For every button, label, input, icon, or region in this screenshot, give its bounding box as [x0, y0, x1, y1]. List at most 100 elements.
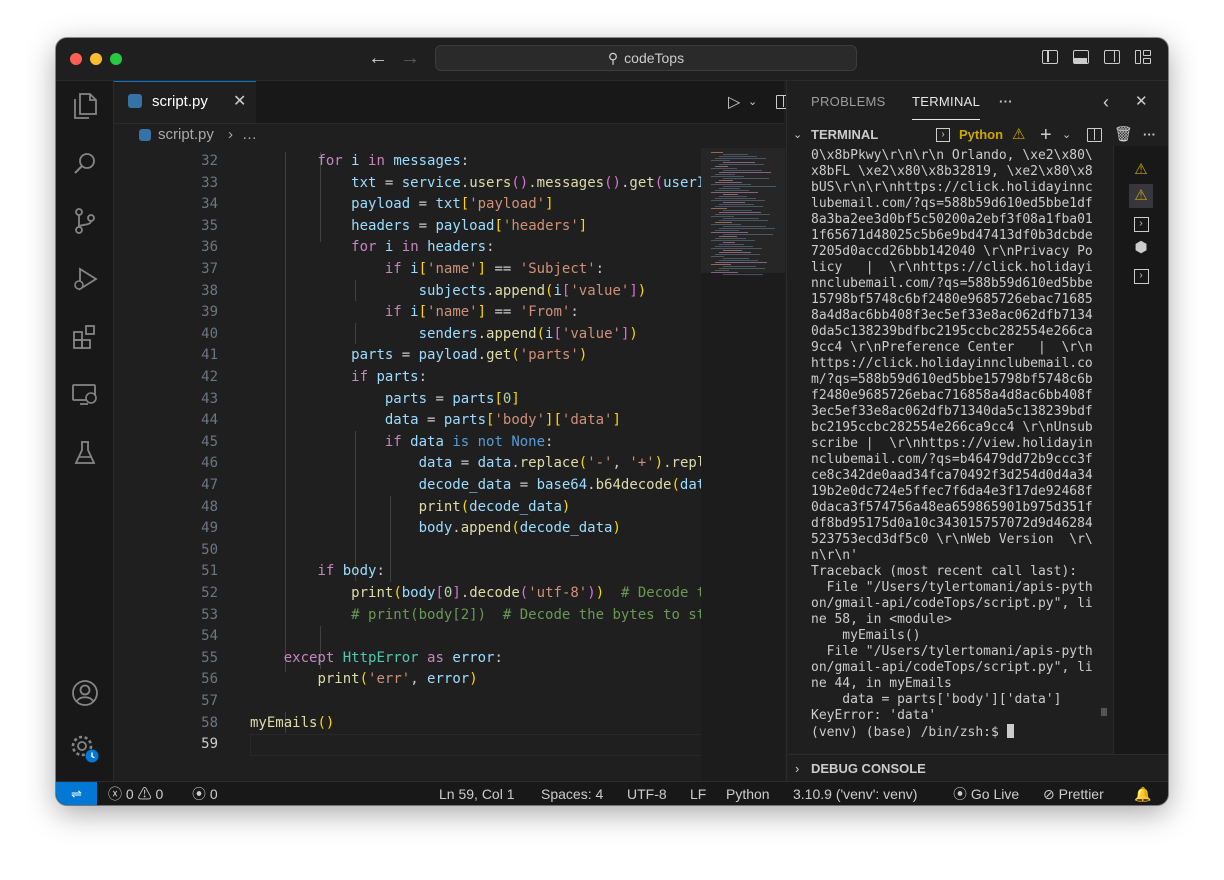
accounts-icon[interactable]: [56, 673, 113, 713]
code-text: if parts:: [351, 369, 428, 385]
code-line[interactable]: 49 body.append(decode_data): [114, 518, 758, 540]
search-sidebar-icon[interactable]: [56, 144, 113, 184]
terminal-shell-name[interactable]: Python: [959, 124, 1003, 146]
remote-indicator-icon[interactable]: ⇌: [56, 782, 97, 805]
terminal-instance-shell-icon[interactable]: ›: [1129, 210, 1153, 234]
code-line[interactable]: 53 # print(body[2]) # Decode the bytes t…: [114, 605, 758, 627]
terminal-scrollbar[interactable]: [1101, 148, 1107, 753]
forward-arrow-icon[interactable]: →: [400, 47, 420, 70]
code-line[interactable]: 55 except HttpError as error:: [114, 648, 758, 670]
toggle-panel-icon[interactable]: [1073, 50, 1089, 64]
python-interpreter[interactable]: 3.10.9 ('venv': venv): [793, 782, 917, 805]
panel-chevron-left-icon[interactable]: ‹: [1103, 81, 1109, 123]
code-line[interactable]: 51 if body:: [114, 561, 758, 583]
language-mode[interactable]: Python: [726, 782, 770, 805]
code-text: senders.append(i['value']): [418, 325, 638, 342]
run-python-file-icon[interactable]: ▷: [728, 92, 740, 112]
code-line[interactable]: 52 print(body[0].decode('utf-8')) # Deco…: [114, 583, 758, 605]
code-line[interactable]: 46 data = data.replace('-', '+').replace…: [114, 453, 758, 475]
back-arrow-icon[interactable]: ←: [368, 47, 388, 70]
minimap-line: [723, 274, 763, 276]
code-line[interactable]: 37 if i['name'] == 'Subject':: [114, 259, 758, 281]
code-line[interactable]: 42 if parts:: [114, 367, 758, 389]
close-tab-icon[interactable]: ✕: [233, 82, 246, 122]
code-line[interactable]: 47 decode_data = base64.b64decode(data): [114, 475, 758, 497]
line-number: 45: [201, 433, 218, 450]
remote-explorer-icon[interactable]: [56, 375, 113, 415]
close-panel-icon[interactable]: ✕: [1135, 81, 1148, 123]
terminal-line: m/?qs=588b59d610ed5bbe15798bf5748c6b: [811, 372, 1093, 387]
panel-more-icon[interactable]: ···: [999, 81, 1013, 123]
code-line[interactable]: 44 data = parts['body']['data']: [114, 410, 758, 432]
ports-count: 0: [209, 786, 218, 802]
tab-problems[interactable]: PROBLEMS: [811, 81, 886, 123]
new-terminal-dropdown-icon[interactable]: ⌄: [1062, 124, 1071, 146]
code-line[interactable]: 39 if i['name'] == 'From':: [114, 302, 758, 324]
code-line[interactable]: 35 headers = payload['headers']: [114, 216, 758, 238]
terminal-output[interactable]: 0\x8bPkwy\r\n\r\n Orlando, \xe2\x80\ x8bF…: [811, 148, 1111, 753]
code-line[interactable]: 56 print('err', error): [114, 669, 758, 691]
code-line[interactable]: 57: [114, 691, 758, 713]
terminal-instance-cube-icon[interactable]: ⬢: [1129, 236, 1153, 260]
maximize-window-button[interactable]: [110, 53, 122, 65]
code-line[interactable]: 40 senders.append(i['value']): [114, 324, 758, 346]
encoding[interactable]: UTF-8: [627, 782, 667, 805]
code-line[interactable]: 50: [114, 540, 758, 562]
split-terminal-icon[interactable]: [1087, 128, 1102, 142]
code-line[interactable]: 38 subjects.append(i['value']): [114, 281, 758, 303]
minimize-window-button[interactable]: [90, 53, 102, 65]
ports-indicator[interactable]: ⦿ 0: [192, 782, 218, 805]
extensions-icon[interactable]: [56, 317, 113, 357]
code-line[interactable]: 54: [114, 626, 758, 648]
code-line[interactable]: 59: [114, 734, 758, 756]
toggle-primary-sidebar-icon[interactable]: [1042, 50, 1058, 64]
line-number: 49: [201, 520, 218, 537]
testing-icon[interactable]: [56, 433, 113, 473]
code-line[interactable]: 36 for i in headers:: [114, 237, 758, 259]
go-live-button[interactable]: ⦿ Go Live: [953, 782, 1019, 805]
close-window-button[interactable]: [70, 53, 82, 65]
code-line[interactable]: 58 myEmails(): [114, 713, 758, 735]
manage-gear-icon[interactable]: [56, 729, 113, 769]
breadcrumb-file[interactable]: script.py: [158, 124, 214, 146]
problems-indicator[interactable]: ⓧ 0 ⚠ 0: [108, 782, 163, 805]
tab-terminal[interactable]: TERMINAL: [912, 83, 981, 120]
new-terminal-plus-icon[interactable]: +: [1040, 124, 1052, 146]
code-text: body.append(decode_data): [418, 520, 621, 537]
code-line[interactable]: 48 print(decode_data): [114, 497, 758, 519]
terminal-instance-warning-icon[interactable]: ⚠: [1129, 184, 1153, 208]
debug-console-section[interactable]: › DEBUG CONSOLE: [787, 754, 1168, 782]
terminal-instance-warning-icon[interactable]: ⚠: [1129, 158, 1153, 182]
code-line[interactable]: 33 txt = service.users().messages().get(…: [114, 173, 758, 195]
cursor-position[interactable]: Ln 59, Col 1: [439, 782, 515, 805]
breadcrumb-chevron-icon: ›: [228, 126, 233, 143]
code-editor[interactable]: 32 for i in messages: 33 txt = service.us…: [114, 148, 758, 781]
minimap[interactable]: [701, 148, 785, 781]
end-of-line[interactable]: LF: [690, 782, 706, 805]
code-line[interactable]: 34 payload = txt['payload']: [114, 194, 758, 216]
terminal-tabs-list: ⚠ ⚠ › ⬢ ›: [1113, 146, 1168, 754]
toggle-secondary-sidebar-icon[interactable]: [1104, 50, 1120, 64]
explorer-icon[interactable]: [56, 86, 113, 126]
code-line[interactable]: 43 parts = parts[0]: [114, 389, 758, 411]
terminal-warning-icon[interactable]: ⚠: [1012, 124, 1025, 146]
code-line[interactable]: 41 parts = payload.get('parts'): [114, 345, 758, 367]
kill-terminal-trash-icon[interactable]: 🗑: [1114, 124, 1133, 146]
command-center-search[interactable]: ⚲ codeTops: [435, 45, 857, 71]
breadcrumb-symbols[interactable]: …: [242, 124, 257, 146]
customize-layout-icon[interactable]: [1135, 50, 1151, 64]
source-control-icon[interactable]: [56, 201, 113, 241]
terminal-instance-shell-icon[interactable]: ›: [1129, 262, 1153, 286]
code-line[interactable]: 45 if data is not None:: [114, 432, 758, 454]
notifications-bell-icon[interactable]: 🔔: [1134, 782, 1151, 805]
run-and-debug-icon[interactable]: [56, 259, 113, 299]
indentation[interactable]: Spaces: 4: [541, 782, 603, 805]
prettier-label: Prettier: [1058, 786, 1104, 802]
tab-script-py[interactable]: script.py ✕: [114, 81, 256, 123]
terminal-line: f2480e9685726ebac716858a4d8ac6bb408f: [811, 388, 1093, 403]
terminal-more-icon[interactable]: ···: [1143, 124, 1156, 146]
prettier-button[interactable]: ⊘ Prettier: [1043, 782, 1104, 805]
chevron-down-icon[interactable]: ⌄: [793, 124, 802, 146]
run-dropdown-chevron-icon[interactable]: ⌄: [748, 95, 757, 108]
code-line[interactable]: 32 for i in messages:: [114, 151, 758, 173]
